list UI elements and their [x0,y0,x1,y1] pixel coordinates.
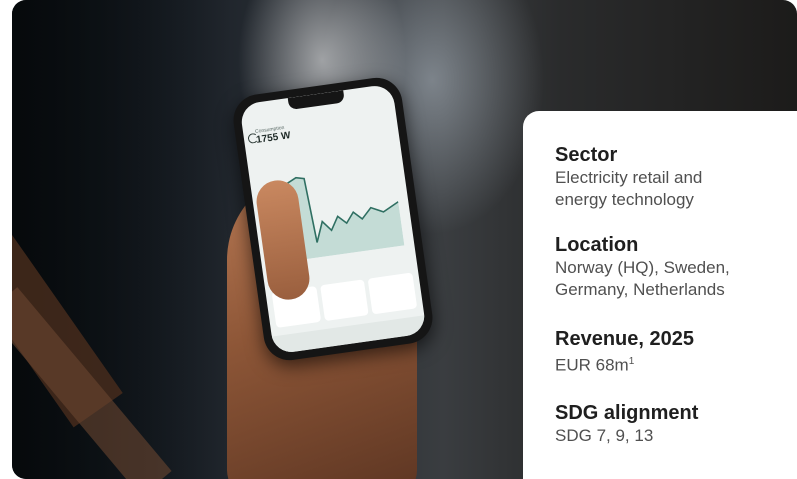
sdg-text: SDG 7, 9, 13 [555,425,785,447]
sdg-goals: 7, 9, 13 [596,426,654,445]
revenue-block: Revenue, 2025 EUR 68m1 [555,327,785,377]
location-text-line2: Germany, Netherlands [555,280,725,299]
location-text-line1: Norway (HQ), Sweden, [555,258,730,277]
sdg-block: SDG alignment SDG 7, 9, 13 [555,401,785,447]
revenue-text: EUR 68m1 [555,351,785,377]
stat-card [367,272,418,315]
photo-shadow [12,0,232,479]
sector-block: Sector Electricity retail and energy tec… [555,143,785,211]
sector-text-line1: Electricity retail and [555,168,703,187]
phone-notch [287,90,345,111]
sdg-title: SDG alignment [555,402,699,424]
company-info-card: Sector Electricity retail and energy tec… [523,111,797,479]
revenue-title: Revenue, 2025 [555,328,694,350]
location-title: Location [555,234,639,256]
revenue-value: EUR 68m [555,355,629,375]
stat-card [319,279,370,322]
location-block: Location Norway (HQ), Sweden, Germany, N… [555,233,785,301]
sector-title: Sector [555,144,618,166]
sector-text-line2: energy technology [555,190,694,209]
sdg-prefix: SDG [555,426,592,445]
revenue-footnote: 1 [628,356,635,367]
